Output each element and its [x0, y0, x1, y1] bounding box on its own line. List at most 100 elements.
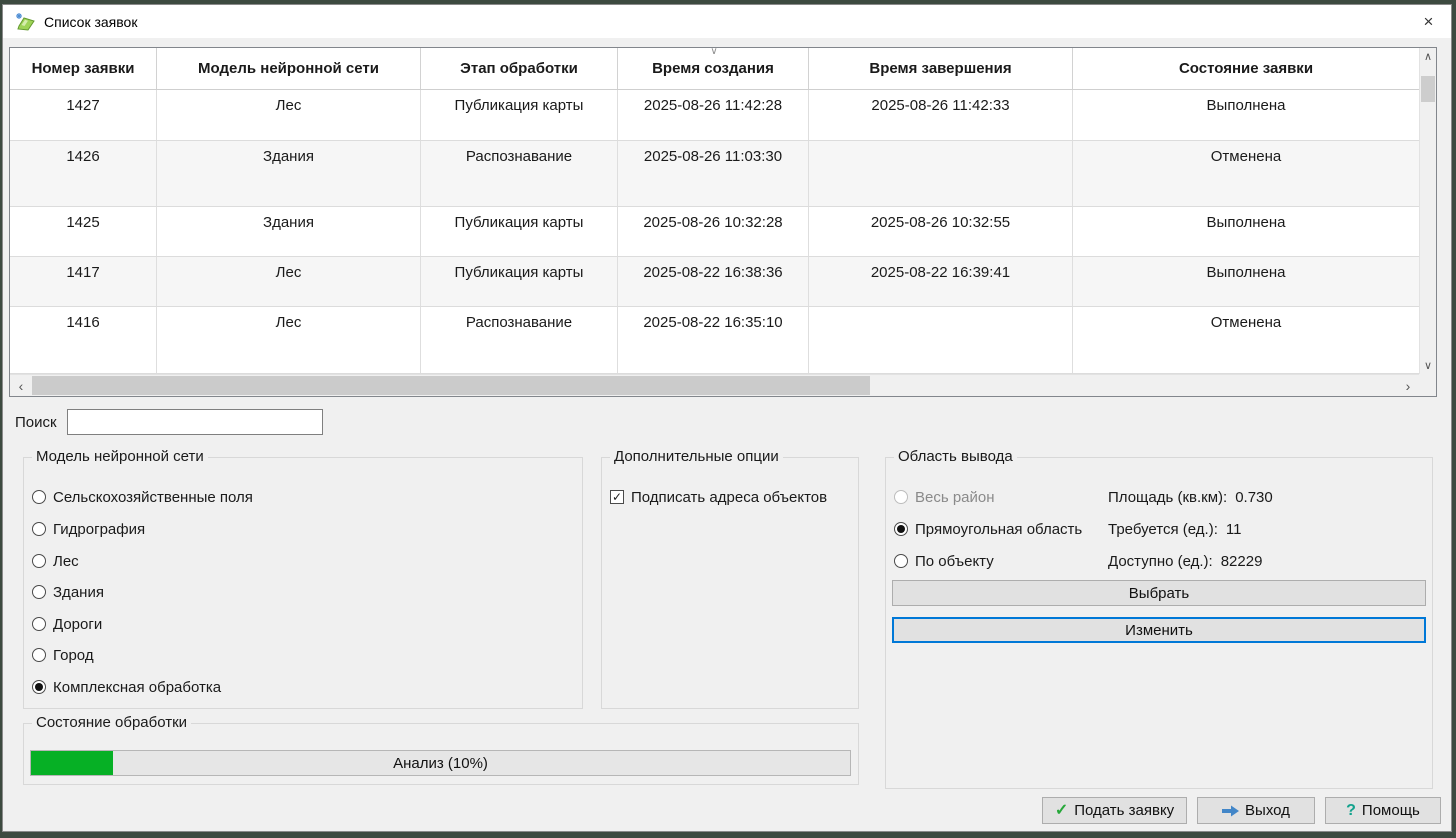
table-cell: Выполнена — [1073, 90, 1419, 140]
help-button[interactable]: ? Помощь — [1325, 797, 1441, 824]
change-button[interactable]: Изменить — [892, 617, 1426, 643]
radio-buildings[interactable]: Здания — [32, 581, 104, 603]
radio-selected-icon — [32, 680, 46, 694]
radio-selected-icon — [894, 522, 908, 536]
radio-icon — [32, 522, 46, 536]
model-group-title: Модель нейронной сети — [32, 448, 208, 465]
arrow-right-icon — [1222, 805, 1239, 817]
table-cell: Здания — [157, 141, 421, 206]
stat-required-value: 11 — [1226, 521, 1242, 538]
table-cell: 1425 — [10, 207, 157, 256]
stat-area-value: 0.730 — [1235, 489, 1273, 506]
table-cell: 2025-08-22 16:39:41 — [809, 257, 1073, 306]
scroll-up-icon[interactable]: ∧ — [1420, 48, 1436, 65]
window-titlebar[interactable]: Список заявок × — [3, 5, 1451, 38]
column-header-finished[interactable]: Время завершения — [809, 48, 1073, 89]
search-input[interactable] — [67, 409, 323, 435]
horizontal-scrollbar[interactable]: ‹ › — [10, 374, 1419, 396]
scroll-left-icon[interactable]: ‹ — [10, 375, 32, 396]
radio-complex-processing[interactable]: Комплексная обработка — [32, 676, 221, 698]
progress-group-title: Состояние обработки — [32, 714, 191, 731]
table-cell: Публикация карты — [421, 257, 618, 306]
select-button[interactable]: Выбрать — [892, 580, 1426, 606]
table-cell: Лес — [157, 307, 421, 373]
question-icon: ? — [1346, 803, 1356, 819]
table-cell: 2025-08-26 11:42:33 — [809, 90, 1073, 140]
radio-icon — [894, 554, 908, 568]
table-row[interactable]: 1416 Лес Распознавание 2025-08-22 16:35:… — [10, 307, 1419, 374]
table-cell: Отменена — [1073, 307, 1419, 373]
exit-button[interactable]: Выход — [1197, 797, 1315, 824]
table-cell: 2025-08-26 10:32:28 — [618, 207, 809, 256]
table-cell: 2025-08-26 11:42:28 — [618, 90, 809, 140]
scrollbar-corner — [1419, 374, 1436, 396]
radio-icon — [32, 554, 46, 568]
table-cell: Отменена — [1073, 141, 1419, 206]
scroll-down-icon[interactable]: ∨ — [1420, 357, 1436, 374]
stat-available-value: 82229 — [1221, 553, 1263, 570]
progress-bar-label: Анализ (10%) — [31, 751, 850, 775]
table-cell — [809, 141, 1073, 206]
output-groupbox: Область вывода Весь район Прямоугольная … — [885, 457, 1433, 789]
column-header-state[interactable]: Состояние заявки — [1073, 48, 1419, 89]
radio-whole-district: Весь район — [894, 486, 995, 508]
radio-forest[interactable]: Лес — [32, 550, 79, 572]
table-cell: Распознавание — [421, 307, 618, 373]
submit-request-button[interactable]: ✓ Подать заявку — [1042, 797, 1187, 824]
table-cell: 2025-08-22 16:38:36 — [618, 257, 809, 306]
desktop-background: Список заявок × ∨ Номер заявки Модель не… — [0, 0, 1456, 838]
stat-area: Площадь (кв.км): 0.730 — [1108, 486, 1273, 508]
radio-rectangular-area[interactable]: Прямоугольная область — [894, 518, 1082, 540]
checkbox-checked-icon: ✓ — [610, 490, 624, 504]
table-cell: Здания — [157, 207, 421, 256]
table-cell: Распознавание — [421, 141, 618, 206]
table-cell: Лес — [157, 90, 421, 140]
table-row[interactable]: 1426 Здания Распознавание 2025-08-26 11:… — [10, 141, 1419, 207]
model-groupbox: Модель нейронной сети Сельскохозяйственн… — [23, 457, 583, 709]
radio-hydrography[interactable]: Гидрография — [32, 518, 145, 540]
dialog-window: Список заявок × ∨ Номер заявки Модель не… — [2, 4, 1452, 832]
table-row[interactable]: 1425 Здания Публикация карты 2025-08-26 … — [10, 207, 1419, 257]
radio-icon — [32, 585, 46, 599]
vertical-scrollbar[interactable]: ∧ ∨ — [1419, 48, 1436, 374]
radio-city[interactable]: Город — [32, 644, 94, 666]
table-cell: 2025-08-22 16:35:10 — [618, 307, 809, 373]
table-cell: 1417 — [10, 257, 157, 306]
radio-roads[interactable]: Дороги — [32, 613, 102, 635]
progress-groupbox: Состояние обработки Анализ (10%) — [23, 723, 859, 785]
table-cell — [809, 307, 1073, 373]
table-row[interactable]: 1417 Лес Публикация карты 2025-08-22 16:… — [10, 257, 1419, 307]
checkbox-label-addresses[interactable]: ✓ Подписать адреса объектов — [610, 486, 827, 508]
close-icon[interactable]: × — [1406, 5, 1451, 38]
options-group-title: Дополнительные опции — [610, 448, 783, 465]
column-header-stage[interactable]: Этап обработки — [421, 48, 618, 89]
radio-disabled-icon — [894, 490, 908, 504]
table-cell: 2025-08-26 10:32:55 — [809, 207, 1073, 256]
search-label: Поиск — [15, 414, 57, 431]
column-header-model[interactable]: Модель нейронной сети — [157, 48, 421, 89]
radio-icon — [32, 490, 46, 504]
table-row[interactable]: 1427 Лес Публикация карты 2025-08-26 11:… — [10, 90, 1419, 141]
table-cell: 1427 — [10, 90, 157, 140]
scroll-right-icon[interactable]: › — [1397, 375, 1419, 396]
progress-bar: Анализ (10%) — [30, 750, 851, 776]
column-header-request-number[interactable]: Номер заявки — [10, 48, 157, 89]
radio-by-object[interactable]: По объекту — [894, 550, 994, 572]
stat-required: Требуется (ед.): 11 — [1108, 518, 1241, 540]
radio-icon — [32, 617, 46, 631]
requests-table: ∨ Номер заявки Модель нейронной сети Эта… — [9, 47, 1437, 397]
table-cell: Лес — [157, 257, 421, 306]
sort-indicator-icon[interactable]: ∨ — [702, 47, 726, 57]
horizontal-scroll-thumb[interactable] — [32, 376, 870, 395]
table-cell: 2025-08-26 11:03:30 — [618, 141, 809, 206]
output-group-title: Область вывода — [894, 448, 1017, 465]
table-cell: Выполнена — [1073, 257, 1419, 306]
vertical-scroll-thumb[interactable] — [1421, 76, 1435, 102]
radio-icon — [32, 648, 46, 662]
window-title: Список заявок — [44, 14, 137, 30]
table-cell: 1416 — [10, 307, 157, 373]
table-cell: Публикация карты — [421, 207, 618, 256]
options-groupbox: Дополнительные опции ✓ Подписать адреса … — [601, 457, 859, 709]
table-cell: Выполнена — [1073, 207, 1419, 256]
radio-agriculture-fields[interactable]: Сельскохозяйственные поля — [32, 486, 253, 508]
